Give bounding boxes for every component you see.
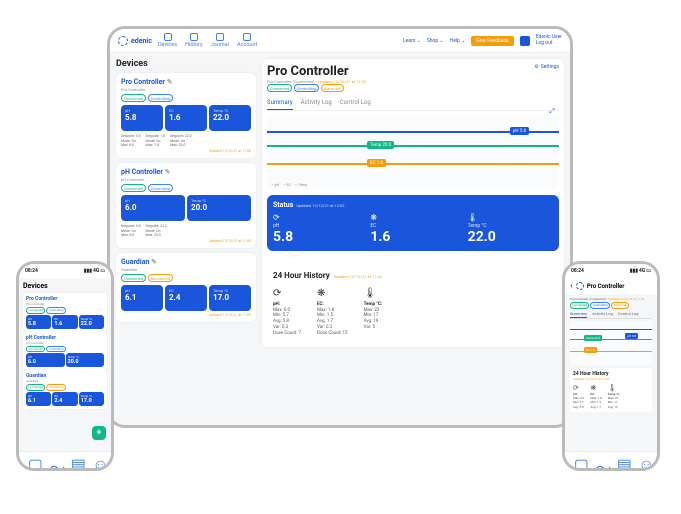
devices-icon xyxy=(164,33,172,41)
nav-history-icon[interactable]: 〜 xyxy=(595,455,605,465)
device-card-mobile[interactable]: pH ControllerpH ControllerConnectedContr… xyxy=(23,332,107,371)
nav-history[interactable]: History xyxy=(185,33,203,48)
learn-link[interactable]: Learn ⌄ xyxy=(403,38,421,44)
thermometer-icon: 🌡 xyxy=(468,213,553,222)
logout-link[interactable]: Log out xyxy=(536,41,562,47)
device-card-mobile[interactable]: Pro ControllerPro ControllerConnectedCon… xyxy=(23,293,107,332)
mobile-nav: ▢ 〜 ▤ ☺ xyxy=(565,451,657,468)
nav-devices[interactable]: Devices xyxy=(158,33,177,48)
app-header: edenic Devices History Journal Account L… xyxy=(110,29,570,53)
signal-icon: ▮▮▮ xyxy=(84,268,92,274)
tab-control[interactable]: Control Log xyxy=(340,99,371,110)
device-card[interactable]: Guardian ✎GuardianConnectedMonitoringpH6… xyxy=(116,253,256,322)
tab-summary[interactable]: Summary xyxy=(267,99,293,110)
nav-devices-icon[interactable]: ▢ xyxy=(28,455,38,465)
battery-icon: ▭ xyxy=(100,268,105,274)
mobile-nav: ▢ 〜 ▤ ☺ xyxy=(19,451,111,468)
devices-heading: Devices xyxy=(116,59,256,69)
feedback-button[interactable]: Give Feedback xyxy=(471,36,513,46)
tab-activity[interactable]: Activity Log xyxy=(301,99,332,110)
journal-icon xyxy=(216,33,224,41)
help-link[interactable]: Help ⌄ xyxy=(450,38,466,44)
nav-journal-icon[interactable]: ▤ xyxy=(71,455,81,465)
header-right: Learn ⌄ Shop ⌄ Help ⌄ Give Feedback Eden… xyxy=(403,35,562,46)
trend-chart-mobile: Temp 22.0 pH 5.8 EC 1.6 xyxy=(570,321,652,365)
nav-journal[interactable]: Journal xyxy=(211,33,229,48)
brand-name: edenic xyxy=(131,37,152,45)
status-panel: Status Updated 12/12/21 at 12:02 ⟳pH5.8 … xyxy=(267,195,559,251)
add-device-button[interactable]: + xyxy=(92,426,106,440)
settings-button[interactable]: ⚙ Settings xyxy=(534,64,559,70)
chart-label-ph: pH 5.8 xyxy=(510,127,529,135)
brand-logo[interactable]: edenic xyxy=(118,36,152,46)
logo-icon xyxy=(576,282,584,290)
history-panel: 24 Hour HistoryUpdated 12/12/21 at 11:02… xyxy=(267,257,559,342)
phone-right-frame: 08:24 ▮▮▮ 4G ▭ ‹ Pro Controller Pro Cont… xyxy=(562,261,660,471)
refresh-icon: ⟳ xyxy=(273,213,358,222)
nav-account[interactable]: Account xyxy=(237,33,257,48)
chart-label-ec: EC 1.6 xyxy=(367,159,386,167)
device-card-mobile[interactable]: GuardianGuardianConnectedMonitoringpH6.1… xyxy=(23,370,107,409)
device-card[interactable]: pH Controller ✎pH ControllerConnectedCon… xyxy=(116,163,256,248)
tab-control-mobile[interactable]: Control Log xyxy=(618,311,639,318)
tab-summary-mobile[interactable]: Summary xyxy=(570,311,587,318)
battery-icon: ▭ xyxy=(646,268,651,274)
back-button[interactable]: ‹ xyxy=(570,281,573,291)
shop-link[interactable]: Shop ⌄ xyxy=(427,38,444,44)
nav-journal-icon[interactable]: ▤ xyxy=(617,455,627,465)
main-nav: Devices History Journal Account xyxy=(158,33,257,48)
fan-icon: ❋ xyxy=(370,213,455,222)
account-icon xyxy=(243,33,251,41)
signal-icon: ▮▮▮ xyxy=(630,268,638,274)
nav-devices-icon[interactable]: ▢ xyxy=(574,455,584,465)
logo-icon xyxy=(118,36,128,46)
phone-status-bar: 08:24 ▮▮▮ 4G ▭ xyxy=(565,264,657,278)
detail-tabs: Summary Activity Log Control Log xyxy=(267,99,559,111)
tab-activity-mobile[interactable]: Activity Log xyxy=(592,311,613,318)
tablet-frame: edenic Devices History Journal Account L… xyxy=(107,26,573,428)
expand-icon[interactable]: ⤢ xyxy=(549,107,555,116)
nav-history-icon[interactable]: 〜 xyxy=(49,455,59,465)
chart-label-temp: Temp 22.0 xyxy=(367,141,394,149)
avatar[interactable] xyxy=(520,36,530,46)
devices-heading-mobile: Devices xyxy=(23,282,107,290)
history-panel-mobile: 24 Hour History Updated 12/12/21 at 11:0… xyxy=(570,368,652,412)
phone-status-bar: 08:24 ▮▮▮ 4G ▭ xyxy=(19,264,111,278)
nav-account-icon[interactable]: ☺ xyxy=(92,455,102,465)
history-icon xyxy=(190,33,198,41)
phone-left-frame: 08:24 ▮▮▮ 4G ▭ Devices Pro ControllerPro… xyxy=(16,261,114,471)
detail-title-mobile: Pro Controller xyxy=(587,283,625,290)
trend-chart: ⤢ pH 5.8 Temp 22.0 EC 1.6 — pH— EC— Temp xyxy=(267,117,559,189)
nav-account-icon[interactable]: ☺ xyxy=(638,455,648,465)
device-card[interactable]: Pro Controller ✎Pro ControllerConnectedC… xyxy=(116,73,256,158)
detail-title: Pro Controller xyxy=(267,64,366,79)
